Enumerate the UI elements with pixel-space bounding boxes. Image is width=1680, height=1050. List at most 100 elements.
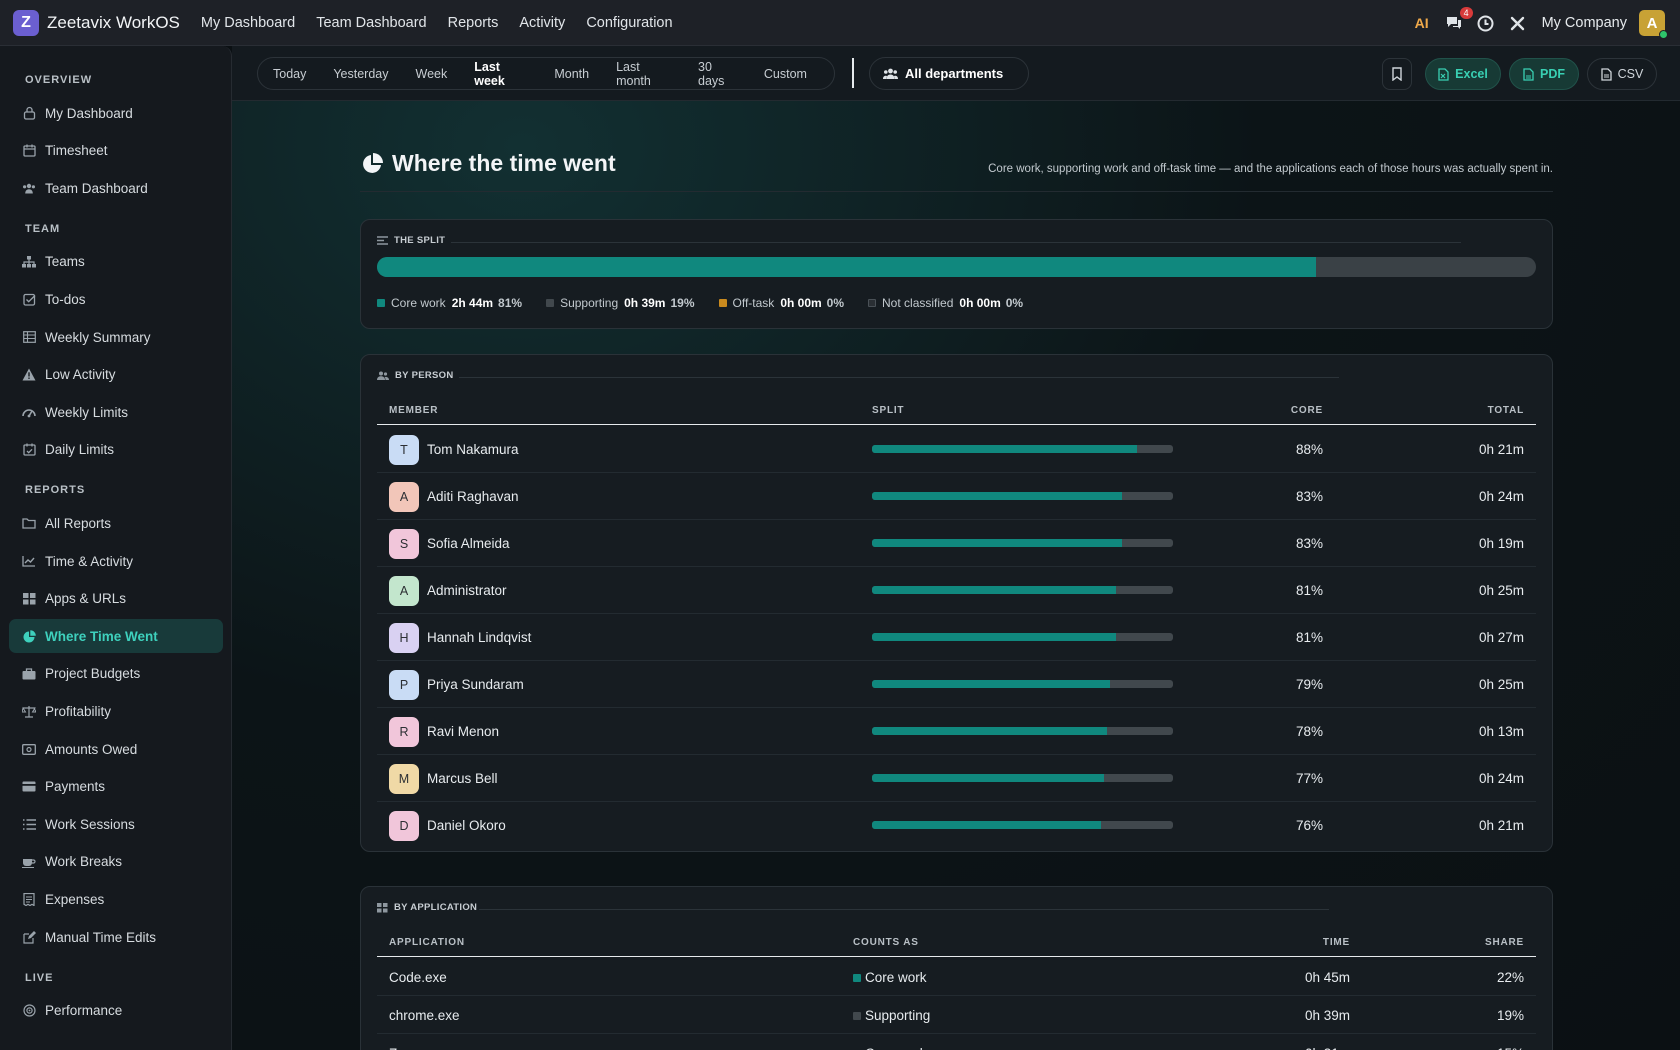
split-bar (872, 727, 1173, 735)
nav-configuration[interactable]: Configuration (586, 15, 672, 31)
range-today[interactable]: Today (273, 67, 306, 81)
member-name[interactable]: Daniel Okoro (427, 818, 506, 833)
brand[interactable]: Z Zeetavix WorkOS (13, 9, 180, 36)
member-name[interactable]: Hannah Lindqvist (427, 630, 531, 645)
line-chart-icon (21, 553, 37, 569)
nav-reports[interactable]: Reports (448, 15, 499, 31)
lock-icon (21, 105, 37, 121)
sidebar-item-payments[interactable]: Payments (9, 770, 223, 804)
table-row[interactable]: P Priya Sundaram 79% 0h 25m (377, 661, 1536, 708)
table-row[interactable]: H Hannah Lindqvist 81% 0h 27m (377, 614, 1536, 661)
sidebar-item-weekly-summary[interactable]: Weekly Summary (9, 320, 223, 354)
range-yesterday[interactable]: Yesterday (333, 67, 388, 81)
nav-team-dashboard[interactable]: Team Dashboard (316, 15, 426, 31)
sidebar-item-timesheet[interactable]: Timesheet (9, 134, 223, 168)
sidebar-item-my-dashboard[interactable]: My Dashboard (9, 96, 223, 130)
sidebar-item-low-activity[interactable]: Low Activity (9, 358, 223, 392)
range-30-days[interactable]: 30 days (698, 60, 737, 88)
table-row[interactable]: M Marcus Bell 77% 0h 24m (377, 755, 1536, 802)
col-split[interactable]: SPLIT (872, 405, 904, 416)
scale-icon (21, 703, 37, 719)
avatar: M (389, 764, 419, 794)
sidebar-item-daily-limits[interactable]: Daily Limits (9, 433, 223, 467)
nav-my-dashboard[interactable]: My Dashboard (201, 15, 295, 31)
sidebar-item-performance[interactable]: Performance (9, 994, 223, 1028)
legend-item: Not classified 0h 00m 0% (868, 296, 1023, 310)
sidebar-item-project-budgets[interactable]: Project Budgets (9, 657, 223, 691)
split-bar (872, 680, 1173, 688)
member-name[interactable]: Priya Sundaram (427, 677, 524, 692)
sidebar-item-work-breaks[interactable]: Work Breaks (9, 845, 223, 879)
chat-icon[interactable]: 4 (1444, 7, 1473, 33)
table-row[interactable]: chrome.exe Supporting 0h 39m 19% (377, 996, 1536, 1034)
tools-icon[interactable] (1508, 13, 1528, 33)
total-time: 0h 13m (1478, 724, 1524, 739)
export-pdf-button[interactable]: PDF (1509, 58, 1579, 90)
sidebar-item-weekly-limits[interactable]: Weekly Limits (9, 395, 223, 429)
sidebar-item-manual-time-edits[interactable]: Manual Time Edits (9, 920, 223, 954)
member-name[interactable]: Aditi Raghavan (427, 489, 519, 504)
sidebar-item-apps-urls[interactable]: Apps & URLs (9, 582, 223, 616)
sidebar-item-to-dos[interactable]: To-dos (9, 282, 223, 316)
member-name[interactable]: Administrator (427, 583, 507, 598)
core-percent: 79% (1295, 677, 1323, 692)
col-counts-as[interactable]: COUNTS AS (853, 937, 919, 948)
table-row[interactable]: S Sofia Almeida 83% 0h 19m (377, 520, 1536, 567)
table-icon (21, 329, 37, 345)
range-week[interactable]: Week (416, 67, 448, 81)
col-application[interactable]: APPLICATION (389, 937, 465, 948)
sidebar-item-work-sessions[interactable]: Work Sessions (9, 807, 223, 841)
table-row[interactable]: R Ravi Menon 78% 0h 13m (377, 708, 1536, 755)
table-row[interactable]: D Daniel Okoro 76% 0h 21m (377, 802, 1536, 849)
ai-icon[interactable]: AI (1412, 13, 1432, 33)
sidebar-item-teams[interactable]: Teams (9, 245, 223, 279)
company-switcher[interactable]: My Company (1542, 15, 1627, 31)
range-last-month[interactable]: Last month (616, 60, 671, 88)
clock-icon[interactable] (1476, 13, 1496, 33)
app-share: 15% (1497, 1046, 1524, 1050)
sidebar-item-team-dashboard[interactable]: Team Dashboard (9, 171, 223, 205)
member-name[interactable]: Marcus Bell (427, 771, 498, 786)
sidebar-item-where-time-went[interactable]: Where Time Went (9, 619, 223, 654)
sidebar-item-all-reports[interactable]: All Reports (9, 506, 223, 540)
table-row[interactable]: A Aditi Raghavan 83% 0h 24m (377, 473, 1536, 520)
core-percent: 77% (1295, 771, 1323, 786)
sidebar-section-live: LIVE (25, 971, 54, 984)
table-row[interactable]: Code.exe Core work 0h 45m 22% (377, 958, 1536, 996)
legend-swatch (868, 299, 877, 307)
sidebar-item-label: Work Breaks (45, 854, 123, 870)
coffee-icon (21, 854, 37, 870)
table-row[interactable]: T Tom Nakamura 88% 0h 21m (377, 426, 1536, 473)
nav-activity[interactable]: Activity (519, 15, 565, 31)
sidebar-item-profitability[interactable]: Profitability (9, 694, 223, 728)
department-filter[interactable]: All departments (869, 57, 1029, 90)
col-total[interactable]: TOTAL (1488, 405, 1524, 416)
split-bar-core-fill (872, 821, 1101, 829)
core-percent: 76% (1295, 818, 1323, 833)
sidebar-item-label: Team Dashboard (45, 180, 148, 196)
bookmark-button[interactable] (1382, 58, 1412, 90)
export-excel-button[interactable]: Excel (1425, 58, 1501, 90)
legend-percent: 81% (498, 296, 523, 310)
sidebar-item-expenses[interactable]: Expenses (9, 882, 223, 916)
col-core[interactable]: CORE (1291, 405, 1323, 416)
range-last-week[interactable]: Last week (474, 60, 527, 88)
table-row[interactable]: Zoom.exe Core work 0h 31m 15% (377, 1034, 1536, 1050)
col-member[interactable]: MEMBER (389, 405, 438, 416)
col-time[interactable]: TIME (1323, 937, 1350, 948)
range-custom[interactable]: Custom (764, 67, 807, 81)
member-name[interactable]: Ravi Menon (427, 724, 499, 739)
split-bar (872, 586, 1173, 594)
range-month[interactable]: Month (554, 67, 589, 81)
sidebar-item-time-activity[interactable]: Time & Activity (9, 544, 223, 578)
export-csv-button[interactable]: CSV (1587, 58, 1657, 90)
col-share[interactable]: SHARE (1485, 937, 1524, 948)
member-name[interactable]: Tom Nakamura (427, 442, 519, 457)
total-time: 0h 21m (1478, 442, 1524, 457)
sidebar-item-amounts-owed[interactable]: Amounts Owed (9, 732, 223, 766)
user-avatar[interactable]: A (1639, 10, 1668, 39)
avatar: S (389, 529, 419, 559)
credit-card-icon (21, 779, 37, 795)
member-name[interactable]: Sofia Almeida (427, 536, 510, 551)
table-row[interactable]: A Administrator 81% 0h 25m (377, 567, 1536, 614)
